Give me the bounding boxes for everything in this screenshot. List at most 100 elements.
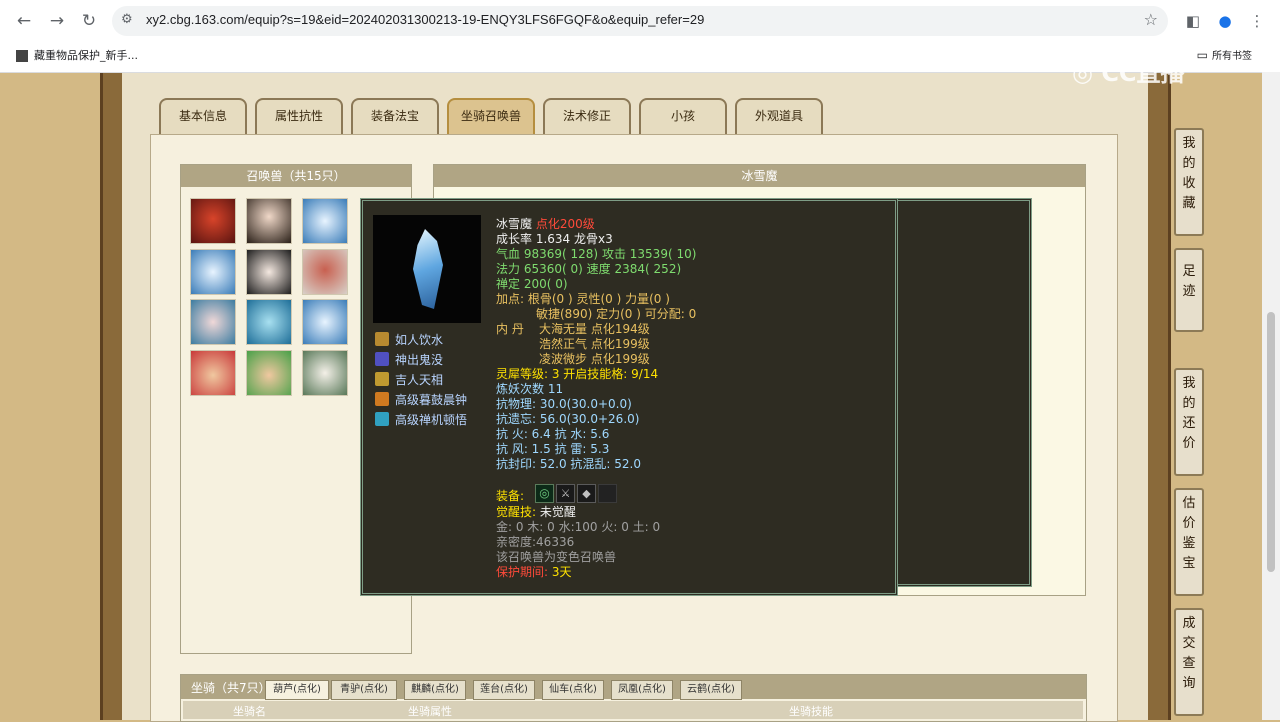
kang-fengyin-line: 抗封印: 52.0 抗混乱: 52.0 — [496, 457, 641, 471]
tab-spell-correction[interactable]: 法术修正 — [543, 98, 631, 134]
pet-avatar[interactable] — [190, 249, 236, 295]
deal-query-button[interactable]: 成交查询 — [1174, 608, 1204, 716]
sidepanel-icon[interactable]: ◧ — [1181, 9, 1205, 33]
hp-value: 98369( 128) — [523, 247, 599, 261]
skill-icon — [375, 372, 389, 386]
tab-appearance[interactable]: 外观道具 — [735, 98, 823, 134]
protect-label: 保护期间: — [496, 565, 549, 579]
tab-attributes[interactable]: 属性抗性 — [255, 98, 343, 134]
appraisal-label: 估价鉴宝 — [1182, 496, 1196, 571]
forward-icon[interactable]: → — [45, 9, 69, 33]
ice-crystal-figure — [413, 229, 443, 309]
tab-equipment[interactable]: 装备法宝 — [351, 98, 439, 134]
zen-label: 禅定 — [496, 277, 521, 291]
pet-avatar[interactable] — [302, 350, 348, 396]
equip-slot[interactable]: ◎ — [535, 484, 554, 503]
pet-avatar[interactable] — [190, 350, 236, 396]
pet-avatar[interactable] — [246, 299, 292, 345]
footprint-button[interactable]: 足迹 — [1174, 248, 1204, 332]
column-header: 坐骑属性 — [408, 705, 452, 718]
skill-label: 如人饮水 — [395, 333, 444, 347]
equip-slot[interactable]: ◆ — [577, 484, 596, 503]
watermark: ◎ CC直播 — [1072, 53, 1185, 88]
mount-tab[interactable]: 仙车(点化) — [542, 680, 604, 700]
pet-tooltip: 冰雪魔 点化200级 成长率 1.634 龙骨x3 气血 98369( 128)… — [360, 198, 898, 596]
scrollbar[interactable] — [1262, 72, 1280, 720]
skill-item[interactable]: 高级禅机顿悟 — [375, 411, 467, 428]
tooltip-background — [893, 198, 1032, 587]
mount-table-header: 坐骑名 坐骑属性 坐骑技能 — [183, 701, 1083, 719]
scrollbar-thumb[interactable] — [1267, 312, 1275, 572]
bookmark-item[interactable]: 藏重物品保护_新手... — [16, 47, 138, 63]
kang-yiwang-label: 抗遗忘: — [496, 412, 537, 426]
awaken-label: 觉醒技: — [496, 505, 537, 519]
site-settings-icon[interactable]: ⚙ — [121, 12, 133, 27]
frame-right — [1148, 73, 1171, 720]
atk-value: 13539( 10) — [629, 247, 697, 261]
pet-name: 冰雪魔 — [496, 217, 533, 231]
menu-icon[interactable]: ⋮ — [1245, 9, 1269, 33]
pet-avatar[interactable] — [302, 198, 348, 244]
skill-icon — [375, 352, 389, 366]
mp-label: 法力 — [496, 262, 521, 276]
cc-logo-icon: ◎ — [1072, 59, 1093, 87]
kang-wuli-label: 抗物理: — [496, 397, 537, 411]
skill-item[interactable]: 如人饮水 — [375, 331, 443, 348]
spd-label: 速度 — [586, 262, 611, 276]
mount-tab[interactable]: 葫芦(点化) — [265, 680, 329, 700]
mount-tab[interactable]: 云鹤(点化) — [680, 680, 742, 700]
pet-avatar[interactable] — [302, 249, 348, 295]
my-counteroffer-button[interactable]: 我的还价 — [1174, 368, 1204, 476]
skill-label: 神出鬼没 — [395, 353, 444, 367]
protect-value: 3天 — [551, 565, 572, 579]
pet-avatar[interactable] — [190, 299, 236, 345]
pet-avatar[interactable] — [246, 198, 292, 244]
skill-item[interactable]: 神出鬼没 — [375, 351, 443, 368]
skill-item[interactable]: 高级暮鼓晨钟 — [375, 391, 467, 408]
awaken-value: 未觉醒 — [539, 505, 576, 519]
skill-label: 吉人天相 — [395, 373, 444, 387]
pet-avatar[interactable] — [246, 350, 292, 396]
my-counteroffer-label: 我的还价 — [1182, 376, 1196, 451]
spd-value: 2384( 252) — [614, 262, 682, 276]
footprint-label: 足迹 — [1182, 264, 1196, 299]
tab-mounts-pets[interactable]: 坐骑召唤兽 — [447, 98, 535, 134]
all-bookmarks[interactable]: ▭ 所有书签 — [1197, 47, 1252, 62]
skill-label: 高级暮鼓晨钟 — [395, 393, 468, 407]
favorites-button[interactable]: 我的收藏 — [1174, 128, 1204, 236]
back-icon[interactable]: ← — [12, 9, 36, 33]
mp-value: 65360( 0) — [523, 262, 583, 276]
bookmark-label: 藏重物品保护_新手... — [34, 49, 138, 62]
equip-slot[interactable]: ⚔ — [556, 484, 575, 503]
pet-avatar[interactable] — [302, 299, 348, 345]
mount-tab[interactable]: 凤凰(点化) — [611, 680, 673, 700]
mount-tab[interactable]: 麒麟(点化) — [404, 680, 466, 700]
column-header: 坐骑名 — [233, 705, 266, 718]
mount-tab[interactable]: 莲台(点化) — [473, 680, 535, 700]
appraisal-button[interactable]: 估价鉴宝 — [1174, 488, 1204, 596]
pet-list-header: 召唤兽（共15只） — [181, 165, 411, 187]
hp-label: 气血 — [496, 247, 521, 261]
column-header: 坐骑技能 — [789, 705, 833, 718]
pet-avatar[interactable] — [246, 249, 292, 295]
tab-child[interactable]: 小孩 — [639, 98, 727, 134]
equip-slot-empty[interactable] — [598, 484, 617, 503]
pet-avatar[interactable] — [190, 198, 236, 244]
mount-tab[interactable]: 青驴(点化) — [331, 680, 397, 700]
skill-item[interactable]: 吉人天相 — [375, 371, 443, 388]
skill-icon — [375, 332, 389, 346]
bookmark-star-icon[interactable]: ☆ — [1144, 10, 1158, 29]
page-background: ◎ CC直播 基本信息 属性抗性 装备法宝 坐骑召唤兽 法术修正 小孩 外观道具… — [0, 59, 1280, 722]
pet-detail-header: 冰雪魔 — [434, 165, 1085, 187]
equip-label: 装备: — [496, 489, 525, 503]
all-bookmarks-label: 所有书签 — [1212, 51, 1252, 62]
inner-dan-label: 内 丹 — [496, 322, 524, 336]
reload-icon[interactable]: ↻ — [77, 9, 101, 33]
deal-query-label: 成交查询 — [1182, 616, 1196, 691]
url-text: xy2.cbg.163.com/equip?s=19&eid=202402031… — [146, 12, 705, 27]
profile-icon[interactable]: ● — [1213, 9, 1237, 33]
address-bar[interactable]: ⚙ xy2.cbg.163.com/equip?s=19&eid=2024020… — [112, 6, 1168, 36]
tab-basic-info[interactable]: 基本信息 — [159, 98, 247, 134]
folder-icon: ▭ — [1196, 48, 1208, 62]
favorites-label: 我的收藏 — [1182, 136, 1196, 211]
